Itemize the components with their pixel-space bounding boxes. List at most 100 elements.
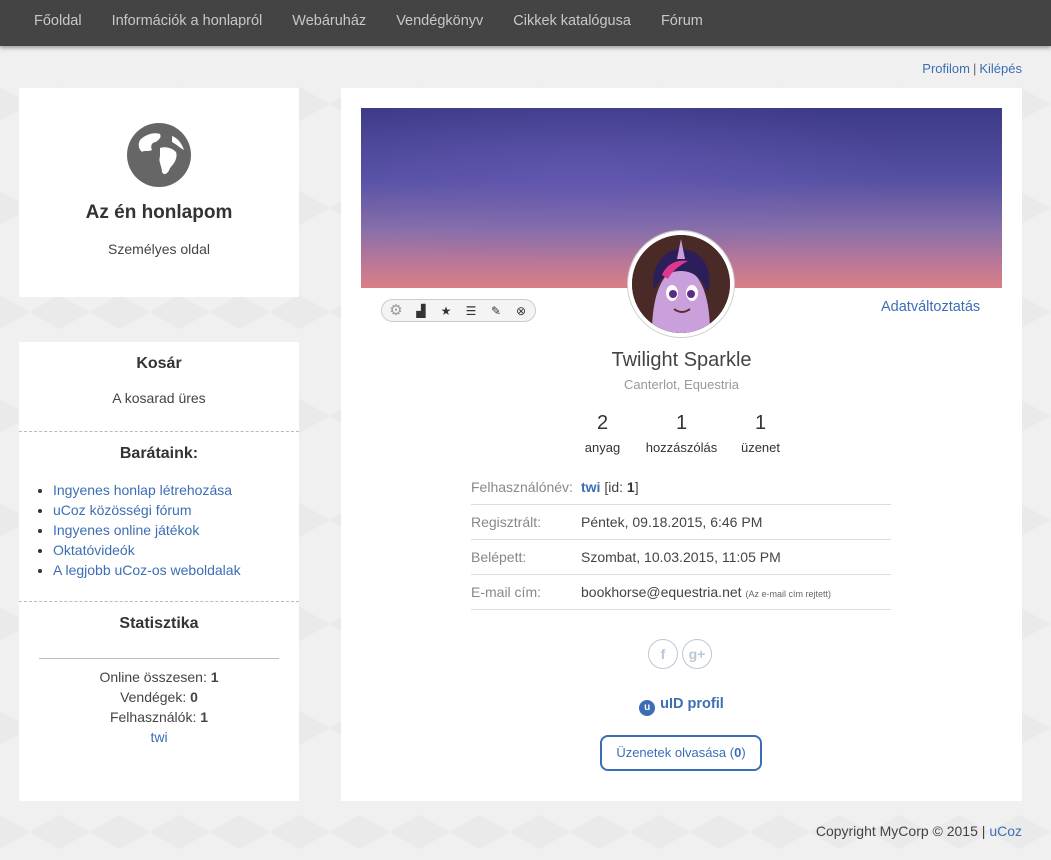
friends-block: Barátaink: Ingyenes honlap létrehozása u…: [19, 432, 299, 602]
info-value: bookhorse@equestria.net (Az e-mail cím re…: [581, 584, 831, 600]
list-item: Ingyenes online játékok: [53, 520, 299, 540]
friend-link[interactable]: Ingyenes online játékok: [53, 522, 199, 538]
nav-item-guestbook[interactable]: Vendégkönyv: [381, 0, 498, 42]
top-navigation: Főoldal Információk a honlapról Webáruhá…: [0, 0, 1051, 46]
table-row: Belépett: Szombat, 10.03.2015, 11:05 PM: [471, 540, 891, 575]
list-item: Ingyenes honlap létrehozása: [53, 480, 299, 500]
profile-location: Canterlot, Equestria: [624, 377, 739, 392]
nav-item-shop[interactable]: Webáruház: [277, 0, 381, 42]
separator: |: [972, 61, 977, 76]
profile-toolbar: ⚙ ▟ ★ ☰ ✎ ⊗: [381, 299, 536, 322]
close-circle-icon[interactable]: ⊗: [510, 301, 532, 321]
friend-link[interactable]: A legjobb uCoz-os weboldalak: [53, 562, 241, 578]
user-id-value: 1: [626, 479, 635, 495]
read-messages-button[interactable]: Üzenetek olvasása (0): [600, 735, 762, 771]
stats-users-label: Felhasználók:: [109, 709, 197, 725]
info-label: Felhasználónév:: [471, 479, 573, 495]
table-row: E-mail cím: bookhorse@equestria.net (Az e…: [471, 575, 891, 610]
stats-guests-label: Vendégek:: [120, 689, 187, 705]
read-messages-label: Üzenetek olvasása (: [616, 745, 735, 760]
info-value: twi [id: 1]: [581, 479, 639, 495]
friend-link[interactable]: Oktatóvideók: [53, 542, 135, 558]
table-row: Felhasználónév: twi [id: 1]: [471, 470, 891, 505]
profile-link[interactable]: Profilom: [922, 61, 970, 76]
sidebar-card: Kosár A kosarad üres Barátaink: Ingyenes…: [19, 342, 299, 801]
stats-users: Felhasználók: 1: [19, 707, 299, 727]
nav-item-forum[interactable]: Fórum: [646, 0, 718, 42]
uid-icon: u: [639, 700, 656, 716]
info-label: E-mail cím:: [471, 584, 541, 600]
cart-block: Kosár A kosarad üres: [19, 342, 299, 432]
site-subtitle: Személyes oldal: [108, 241, 210, 257]
online-user-link[interactable]: twi: [150, 729, 167, 745]
info-value: Szombat, 10.03.2015, 11:05 PM: [581, 549, 781, 565]
counter-label: anyag: [584, 440, 621, 455]
site-info-card: Az én honlapom Személyes oldal: [19, 88, 299, 297]
cart-title: Kosár: [136, 355, 182, 372]
stats-guests: Vendégek: 0: [19, 687, 299, 707]
counter-label: üzenet: [740, 440, 781, 455]
facebook-icon[interactable]: f: [648, 639, 678, 669]
site-title: Az én honlapom: [85, 202, 233, 223]
list-item: A legjobb uCoz-os weboldalak: [53, 560, 299, 580]
list-icon[interactable]: ☰: [460, 301, 482, 321]
counter-comments[interactable]: 1 hozzászólás: [640, 410, 724, 455]
counter-materials[interactable]: 2 anyag: [566, 410, 640, 455]
logout-link[interactable]: Kilépés: [979, 61, 1022, 76]
counter-messages[interactable]: 1 üzenet: [724, 410, 798, 455]
read-messages-suffix: ): [741, 745, 746, 760]
stats-guests-value: 0: [190, 689, 198, 705]
stats-online-value: 1: [210, 669, 219, 685]
edit-profile-link[interactable]: Adatváltoztatás: [881, 299, 980, 315]
user-links: Profilom | Kilépés: [922, 61, 1022, 76]
footer: Copyright MyCorp © 2015 | uCoz: [816, 823, 1022, 839]
nav-item-home[interactable]: Főoldal: [19, 0, 97, 42]
social-buttons: f g+: [648, 639, 712, 669]
stats-user-link-row: twi: [19, 727, 299, 747]
bar-chart-icon[interactable]: ▟: [410, 301, 432, 321]
profile-name: Twilight Sparkle: [611, 349, 752, 371]
globe-icon: [127, 123, 191, 187]
list-item: Oktatóvideók: [53, 540, 299, 560]
uid-profile-row: u uID profil: [341, 696, 1022, 716]
counter-value: 1: [675, 412, 688, 434]
profile-card: ⚙ ▟ ★ ☰ ✎ ⊗ Adatváltoztatás Twilight Spa…: [341, 88, 1022, 801]
pony-avatar-image: [632, 235, 730, 333]
stats-online: Online összesen: 1: [19, 667, 299, 687]
stats-block: Statisztika Online összesen: 1 Vendégek:…: [19, 602, 299, 747]
counter-label: hozzászólás: [645, 440, 718, 455]
ucoz-link[interactable]: uCoz: [989, 823, 1022, 839]
gear-icon[interactable]: ⚙: [385, 301, 407, 321]
nav-item-articles[interactable]: Cikkek katalógusa: [498, 0, 646, 42]
star-icon[interactable]: ★: [435, 301, 457, 321]
username-link[interactable]: twi: [581, 479, 600, 495]
list-item: uCoz közösségi fórum: [53, 500, 299, 520]
divider: [39, 658, 279, 659]
uid-profile-link[interactable]: uID profil: [660, 696, 724, 712]
friend-link[interactable]: Ingyenes honlap létrehozása: [53, 482, 232, 498]
google-plus-icon[interactable]: g+: [682, 639, 712, 669]
stats-title: Statisztika: [119, 615, 199, 632]
nav-item-about[interactable]: Információk a honlapról: [97, 0, 278, 42]
profile-counters: 2 anyag 1 hozzászólás 1 üzenet: [341, 410, 1022, 455]
info-value: Péntek, 09.18.2015, 6:46 PM: [581, 514, 763, 530]
friends-list: Ingyenes honlap létrehozása uCoz közössé…: [19, 480, 299, 580]
pencil-icon[interactable]: ✎: [485, 301, 507, 321]
avatar: [628, 231, 734, 337]
email-hidden-note: (Az e-mail cím rejtett): [745, 589, 832, 599]
friends-title: Barátaink:: [119, 445, 199, 462]
email-value: bookhorse@equestria.net: [581, 584, 742, 600]
user-id-prefix: [id:: [604, 479, 624, 495]
friend-link[interactable]: uCoz közösségi fórum: [53, 502, 192, 518]
stats-online-label: Online összesen:: [99, 669, 207, 685]
separator: |: [981, 823, 986, 839]
counter-value: 1: [754, 412, 767, 434]
copyright-text: Copyright MyCorp © 2015: [815, 823, 978, 839]
profile-info-table: Felhasználónév: twi [id: 1] Regisztrált:…: [471, 470, 891, 610]
info-label: Regisztrált:: [471, 514, 542, 530]
info-label: Belépett:: [471, 549, 527, 565]
table-row: Regisztrált: Péntek, 09.18.2015, 6:46 PM: [471, 505, 891, 540]
cart-empty-text: A kosarad üres: [112, 390, 206, 406]
counter-value: 2: [596, 412, 609, 434]
user-id-suffix: ]: [634, 479, 639, 495]
